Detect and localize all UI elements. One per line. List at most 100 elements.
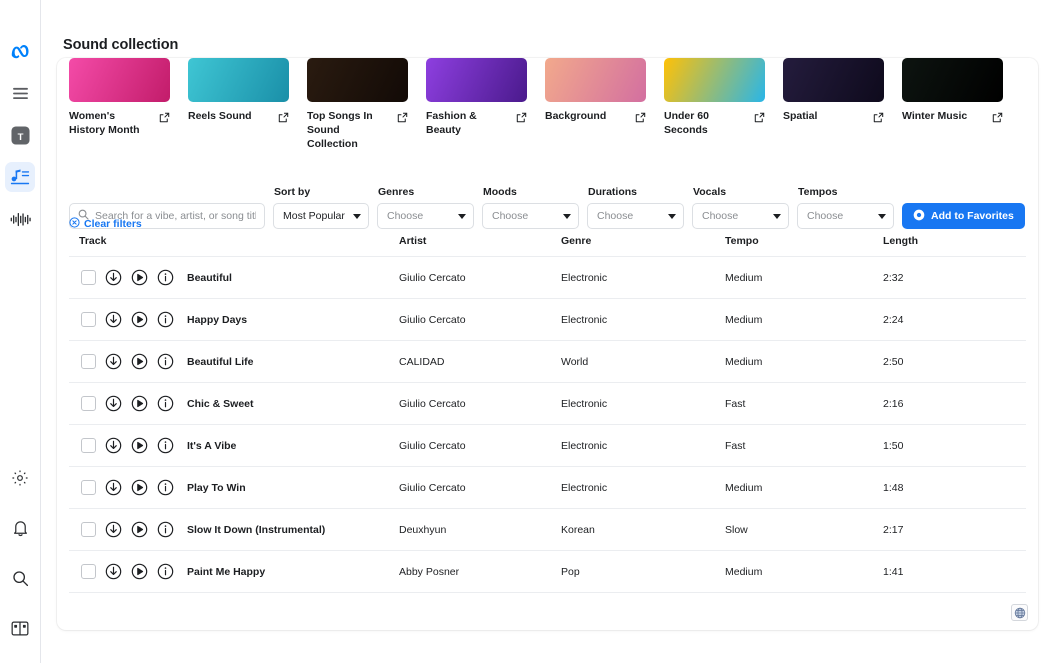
audio-waveform-icon[interactable] [5, 204, 35, 234]
meta-logo-icon[interactable] [5, 36, 35, 66]
play-icon[interactable] [131, 437, 148, 454]
genres-select[interactable]: Choose [377, 203, 474, 229]
vocals-label: Vocals [693, 186, 727, 198]
download-icon[interactable] [105, 479, 122, 496]
collection-card[interactable]: Women's History Month [69, 58, 188, 151]
info-icon[interactable] [157, 479, 174, 496]
collection-card[interactable]: Reels Sound [188, 58, 307, 151]
sidebar-item-sound-collection[interactable] [5, 162, 35, 192]
external-link-icon[interactable] [159, 110, 170, 128]
table-header-row: Track Artist Genre Tempo Length [69, 235, 1026, 257]
download-icon[interactable] [105, 437, 122, 454]
table-row[interactable]: Slow It Down (Instrumental) Deuxhyun Korea… [69, 509, 1026, 551]
table-row[interactable]: Beautiful Life CALIDAD World Medium 2:50 [69, 341, 1026, 383]
moods-group: Moods Choose [482, 186, 579, 229]
play-icon[interactable] [131, 353, 148, 370]
sort-by-select[interactable]: Most Popular [273, 203, 369, 229]
info-icon[interactable] [157, 521, 174, 538]
collection-card[interactable]: Background [545, 58, 664, 151]
column-header-track: Track [79, 235, 107, 247]
download-icon[interactable] [105, 521, 122, 538]
tempos-select[interactable]: Choose [797, 203, 894, 229]
gear-icon[interactable] [5, 463, 35, 493]
cell-artist: Abby Posner [399, 565, 460, 578]
play-icon[interactable] [131, 269, 148, 286]
collection-thumbnail [902, 58, 1003, 102]
add-to-favorites-button[interactable]: Add to Favorites [902, 203, 1025, 229]
info-icon[interactable] [157, 353, 174, 370]
row-checkbox[interactable] [81, 564, 96, 579]
durations-select[interactable]: Choose [587, 203, 684, 229]
row-checkbox[interactable] [81, 312, 96, 327]
globe-icon[interactable] [1011, 604, 1028, 621]
tracks-table: Track Artist Genre Tempo Length Beautifu… [69, 235, 1026, 593]
row-checkbox[interactable] [81, 522, 96, 537]
external-link-icon[interactable] [516, 110, 527, 128]
info-icon[interactable] [157, 395, 174, 412]
library-panel-icon[interactable] [5, 613, 35, 643]
collection-card[interactable]: Spatial [783, 58, 902, 151]
bell-icon[interactable] [5, 513, 35, 543]
cell-genre: Electronic [561, 313, 608, 326]
external-link-icon[interactable] [397, 110, 408, 128]
table-row[interactable]: Paint Me Happy Abby Posner Pop Medium 1:41 [69, 551, 1026, 593]
search-icon[interactable] [5, 563, 35, 593]
chevron-down-icon [353, 213, 361, 219]
cell-tempo: Medium [725, 565, 763, 578]
moods-select[interactable]: Choose [482, 203, 579, 229]
collection-card[interactable]: Under 60 Seconds [664, 58, 783, 151]
cell-length: 2:16 [883, 397, 904, 410]
cell-tempo: Medium [725, 355, 763, 368]
row-checkbox[interactable] [81, 480, 96, 495]
table-row[interactable]: Beautiful Giulio Cercato Electronic Medium 2… [69, 257, 1026, 299]
text-tool-icon[interactable]: T [5, 120, 35, 150]
row-checkbox[interactable] [81, 270, 96, 285]
info-icon[interactable] [157, 311, 174, 328]
play-icon[interactable] [131, 479, 148, 496]
table-row[interactable]: Happy Days Giulio Cercato Electronic Medium… [69, 299, 1026, 341]
row-checkbox[interactable] [81, 396, 96, 411]
external-link-icon[interactable] [278, 110, 289, 128]
collection-label: Winter Music [902, 110, 968, 122]
collection-card[interactable]: Top Songs In Sound Collection [307, 58, 426, 151]
table-row[interactable]: Play To Win Giulio Cercato Electronic Mediu… [69, 467, 1026, 509]
cell-track: Beautiful Life [69, 353, 399, 370]
collection-label: Reels Sound [188, 110, 252, 122]
play-icon[interactable] [131, 563, 148, 580]
svg-text:T: T [17, 131, 23, 142]
collection-card[interactable]: Winter Music [902, 58, 1021, 151]
row-checkbox[interactable] [81, 354, 96, 369]
cell-genre: Electronic [561, 481, 608, 494]
download-icon[interactable] [105, 353, 122, 370]
cell-tempo: Medium [725, 481, 763, 494]
external-link-icon[interactable] [754, 110, 765, 128]
info-icon[interactable] [157, 563, 174, 580]
vocals-select[interactable]: Choose [692, 203, 789, 229]
cell-track: Paint Me Happy [69, 563, 399, 580]
durations-group: Durations Choose [587, 186, 684, 229]
external-link-icon[interactable] [635, 110, 646, 128]
clear-filters-button[interactable]: Clear filters [69, 217, 142, 231]
info-icon[interactable] [157, 437, 174, 454]
info-icon[interactable] [157, 269, 174, 286]
download-icon[interactable] [105, 311, 122, 328]
cell-track: Slow It Down (Instrumental) [69, 521, 399, 538]
content-card: Women's History Month Reels Sound Top Song… [57, 58, 1038, 630]
cell-track: Beautiful [69, 269, 399, 286]
cell-tempo: Slow [725, 523, 748, 536]
download-icon[interactable] [105, 269, 122, 286]
hamburger-menu-icon[interactable] [5, 78, 35, 108]
download-icon[interactable] [105, 563, 122, 580]
table-row[interactable]: It's A Vibe Giulio Cercato Electronic Fast 1… [69, 425, 1026, 467]
external-link-icon[interactable] [992, 110, 1003, 128]
play-icon[interactable] [131, 311, 148, 328]
play-icon[interactable] [131, 395, 148, 412]
row-checkbox[interactable] [81, 438, 96, 453]
collection-label-row: Under 60 Seconds [664, 109, 765, 137]
table-row[interactable]: Chic & Sweet Giulio Cercato Electronic Fast… [69, 383, 1026, 425]
download-icon[interactable] [105, 395, 122, 412]
play-icon[interactable] [131, 521, 148, 538]
external-link-icon[interactable] [873, 110, 884, 128]
vocals-group: Vocals Choose [692, 186, 789, 229]
collection-card[interactable]: Fashion & Beauty [426, 58, 545, 151]
